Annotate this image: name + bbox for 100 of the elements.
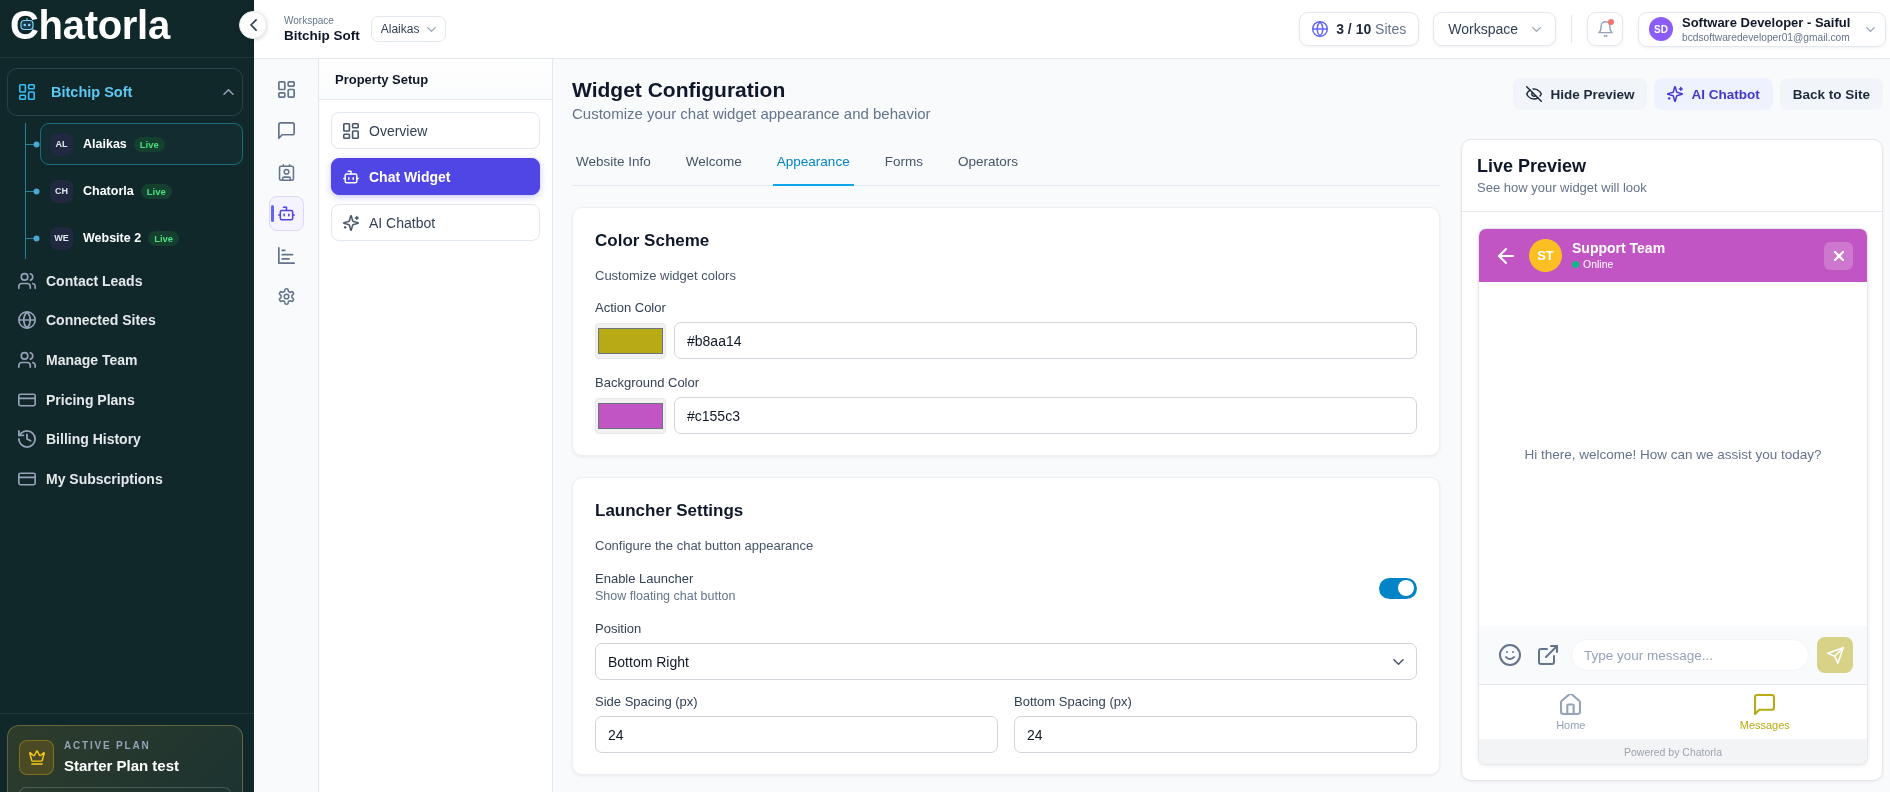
site-dropdown[interactable]: Alaikas <box>370 16 447 42</box>
toolbar-button[interactable]: Back to Site <box>1779 78 1883 110</box>
chat-bubble-icon <box>277 122 295 139</box>
settings-icon <box>277 288 295 305</box>
tab[interactable]: Appearance <box>772 139 854 186</box>
sparkles-icon <box>1667 86 1684 102</box>
workspace-dropdown[interactable]: Workspace <box>1433 12 1556 46</box>
app-logo: Chatorla <box>10 3 180 47</box>
agent-name: Support Team <box>1572 240 1667 257</box>
site-avatar: AL <box>50 132 73 156</box>
menu-item[interactable]: Chat Widget <box>331 158 540 195</box>
dashboard-icon <box>277 80 295 98</box>
send-icon <box>1826 646 1844 664</box>
credit-card-icon <box>18 469 36 488</box>
card-description: Configure the chat button appearance <box>595 538 815 554</box>
nav-item[interactable]: Pricing Plans <box>0 379 243 420</box>
field-label: Background Color <box>595 375 701 391</box>
agent-status: Online <box>1583 258 1614 271</box>
user-menu[interactable]: SD Software Developer - Saiful bcdsoftwaredeveloper01@gmail.com <box>1638 11 1886 47</box>
credit-card-icon <box>18 390 36 409</box>
bar-chart-icon <box>277 246 295 264</box>
nav-item[interactable]: My Subscriptions <box>0 458 243 499</box>
chevron-up-icon <box>223 89 234 95</box>
status-badge: Live <box>140 183 172 199</box>
robot-icon <box>277 205 295 222</box>
rail-button[interactable] <box>268 196 304 231</box>
menu-item[interactable]: Overview <box>331 112 540 149</box>
chevron-down-icon <box>1532 26 1541 32</box>
chevron-down-icon <box>1866 26 1875 32</box>
nav-item[interactable]: Connected Sites <box>0 300 243 341</box>
page-subtitle: Customize your chat widget appearance and behavior <box>572 104 931 124</box>
user-email: bcdsoftwaredeveloper01@gmail.com <box>1682 30 1851 44</box>
card-description: See how your widget will look <box>1477 179 1648 197</box>
close-button[interactable] <box>1824 241 1853 270</box>
close-icon <box>1833 250 1844 261</box>
site-avatar: WE <box>50 226 73 250</box>
number-input[interactable]: 24 <box>595 716 998 753</box>
chevron-left-icon <box>249 19 257 31</box>
field-label: Position <box>595 621 643 637</box>
toggle-label: Enable Launcher <box>595 571 695 587</box>
nav-item[interactable]: Billing History <box>0 419 243 459</box>
site-item[interactable]: AL Alaikas Live <box>40 123 243 165</box>
history-icon <box>18 430 36 449</box>
status-badge: Live <box>133 136 165 152</box>
robot-icon <box>343 168 359 185</box>
sparkles-icon <box>343 214 359 231</box>
globe-icon <box>18 311 36 330</box>
nav-item[interactable]: Contact Leads <box>0 261 243 301</box>
house-icon <box>1560 693 1582 715</box>
card-description: Customize widget colors <box>595 268 737 284</box>
user-name: Software Developer - Saiful <box>1682 14 1851 31</box>
plan-caption: ACTIVE PLAN <box>64 739 152 753</box>
chevron-down-icon <box>427 26 437 32</box>
card-title: Launcher Settings <box>595 500 745 522</box>
status-badge: Live <box>148 230 180 246</box>
number-input[interactable]: 24 <box>1014 716 1417 753</box>
agent-avatar: ST <box>1529 239 1562 272</box>
external-link-icon[interactable] <box>1538 645 1558 665</box>
powered-by-footer: Powered by Chatorla <box>1479 739 1867 764</box>
site-item[interactable]: WE Website 2 Live <box>40 217 243 259</box>
welcome-message: Hi there, welcome! How can we assist you today? <box>1524 446 1822 462</box>
nav-item[interactable]: Manage Team <box>0 340 243 380</box>
eye-off-icon <box>1526 86 1543 102</box>
notifications-button[interactable] <box>1587 12 1623 46</box>
tab[interactable]: Operators <box>953 139 1022 186</box>
users-icon <box>18 271 36 290</box>
field-label: Action Color <box>595 300 667 316</box>
field-label: Bottom Spacing (px) <box>1014 694 1133 710</box>
site-avatar: CH <box>50 179 73 203</box>
workspace-group[interactable]: Bitchip Soft <box>7 68 243 116</box>
dashboard-icon <box>343 122 359 139</box>
bell-icon <box>1597 21 1613 37</box>
toolbar-button[interactable]: Hide Preview <box>1513 78 1648 110</box>
message-input[interactable]: Type your message... <box>1571 639 1809 671</box>
globe-icon <box>1312 21 1329 37</box>
toggle-switch[interactable] <box>1379 577 1417 599</box>
field-label: Side Spacing (px) <box>595 694 699 710</box>
site-item[interactable]: CH Chatorla Live <box>40 170 243 212</box>
tab[interactable]: Forms <box>880 139 927 186</box>
position-select[interactable]: Bottom Right <box>595 643 1417 680</box>
hex-color-input[interactable]: #c155c3 <box>674 397 1417 434</box>
contact-card-icon <box>277 163 295 181</box>
crown-icon <box>19 740 54 775</box>
tab[interactable]: Welcome <box>681 139 746 186</box>
users-icon <box>18 351 36 369</box>
workspace-caption: Workspace <box>284 13 335 27</box>
card-title: Color Scheme <box>595 230 711 252</box>
user-avatar: SD <box>1649 17 1673 41</box>
dashboard-icon <box>19 84 35 100</box>
toolbar-button[interactable]: AI Chatbot <box>1654 78 1773 110</box>
card-title: Live Preview <box>1477 155 1588 178</box>
page-title: Widget Configuration <box>572 77 787 103</box>
hex-color-input[interactable]: #b8aa14 <box>674 322 1417 359</box>
menu-item[interactable]: AI Chatbot <box>331 204 540 241</box>
tab[interactable]: Website Info <box>572 139 655 186</box>
sites-usage-button[interactable]: 3 / 10 Sites <box>1299 12 1420 46</box>
chat-bubble-icon <box>1754 693 1776 715</box>
plan-name: Starter Plan test <box>64 756 180 776</box>
smiley-icon[interactable] <box>1499 644 1521 666</box>
chevron-down-icon <box>1393 658 1404 665</box>
